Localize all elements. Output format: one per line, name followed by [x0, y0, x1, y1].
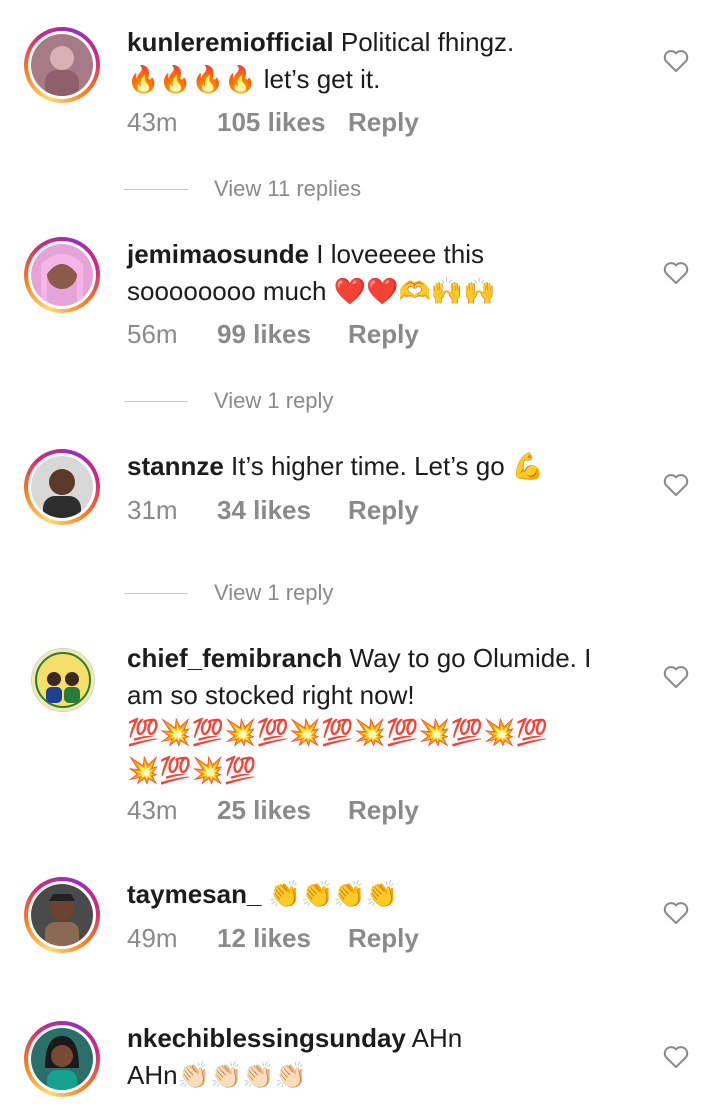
reply-button[interactable]: Reply [348, 316, 419, 353]
comment-username[interactable]: jemimaosunde [127, 239, 309, 269]
comment-body: kunleremiofficial Political fhingz. 🔥🔥🔥🔥… [127, 24, 637, 99]
avatar[interactable] [24, 641, 100, 717]
avatar[interactable] [24, 877, 100, 953]
reply-button[interactable]: Reply [348, 104, 419, 141]
avatar[interactable] [24, 1021, 100, 1097]
view-replies-button[interactable]: View 11 replies [124, 174, 361, 204]
comment-time: 43m [127, 795, 178, 825]
comment-time: 43m [127, 107, 178, 137]
view-replies-label[interactable]: View 11 replies [214, 176, 361, 202]
view-replies-label[interactable]: View 1 reply [214, 388, 333, 414]
view-replies-button[interactable]: View 1 reply [124, 578, 333, 608]
comment-body: chief_femibranch Way to go Olumide. I am… [127, 640, 627, 790]
comment-text: I loveeeee this [316, 239, 484, 269]
comment-time: 56m [127, 319, 178, 349]
comment-meta: 31m 34 likes Reply [127, 492, 419, 529]
like-heart-icon[interactable] [663, 473, 689, 497]
comment-emoji: 💯💥💯💥💯💥💯💥💯💥💯💥💯 [127, 718, 548, 748]
comment-body: jemimaosunde I loveeeee this soooooooo m… [127, 236, 637, 311]
reply-button[interactable]: Reply [348, 792, 419, 829]
comment-username[interactable]: kunleremiofficial [127, 27, 334, 57]
comment-username[interactable]: chief_femibranch [127, 643, 342, 673]
comment-meta: 49m 12 likes Reply [127, 920, 419, 957]
comment-text: Political fhingz. [340, 27, 515, 57]
comment-body: taymesan_ 👏👏👏👏 [127, 876, 637, 914]
comment-text: It’s higher time. Let’s go [231, 451, 512, 481]
likes-count[interactable]: 25 likes [217, 792, 348, 829]
avatar[interactable] [24, 27, 100, 103]
like-heart-icon[interactable] [663, 49, 689, 73]
reply-button[interactable]: Reply [348, 492, 419, 529]
comment-body: nkechiblessingsunday AHn AHn👏🏻👏🏻👏🏻👏🏻 [127, 1020, 637, 1095]
comment-text-cont: soooooooo much [127, 276, 334, 306]
comment-text-cont: AHn [127, 1060, 178, 1090]
like-heart-icon[interactable] [663, 1045, 689, 1069]
divider [124, 188, 188, 190]
like-heart-icon[interactable] [663, 901, 689, 925]
comment-emoji: 🔥🔥🔥🔥 [127, 65, 257, 95]
view-replies-button[interactable]: View 1 reply [124, 386, 333, 416]
comment-meta: 43m 105 likes Reply [127, 104, 419, 141]
comment-emoji: 💥💯💥💯 [127, 756, 257, 786]
divider [124, 400, 188, 402]
like-heart-icon[interactable] [663, 665, 689, 689]
likes-count[interactable]: 34 likes [217, 492, 348, 529]
comment-time: 31m [127, 495, 178, 525]
likes-count[interactable]: 12 likes [217, 920, 348, 957]
comment-text-cont: let’s get it. [256, 64, 381, 94]
avatar[interactable] [24, 449, 100, 525]
comment-emoji: 👏👏👏👏 [268, 880, 399, 910]
comment-text: AHn [411, 1023, 463, 1053]
comment-meta: 56m 99 likes Reply [127, 316, 419, 353]
comment-emoji: 👏🏻👏🏻👏🏻👏🏻 [177, 1061, 308, 1091]
comment-username[interactable]: stannze [127, 451, 224, 481]
avatar[interactable] [24, 237, 100, 313]
comment-emoji: 💪 [511, 452, 545, 482]
comment-time: 49m [127, 923, 178, 953]
reply-button[interactable]: Reply [348, 920, 419, 957]
like-heart-icon[interactable] [663, 261, 689, 285]
likes-count[interactable]: 99 likes [217, 316, 348, 353]
likes-count[interactable]: 105 likes [217, 104, 348, 141]
comment-username[interactable]: nkechiblessingsunday [127, 1023, 406, 1053]
comment-username[interactable]: taymesan_ [127, 879, 261, 909]
view-replies-label[interactable]: View 1 reply [214, 580, 333, 606]
comment-body: stannze It’s higher time. Let’s go 💪 [127, 448, 637, 486]
divider [124, 592, 188, 594]
comment-emoji: ❤️❤️🫶🙌🙌 [333, 277, 496, 307]
comment-meta: 43m 25 likes Reply [127, 792, 419, 829]
